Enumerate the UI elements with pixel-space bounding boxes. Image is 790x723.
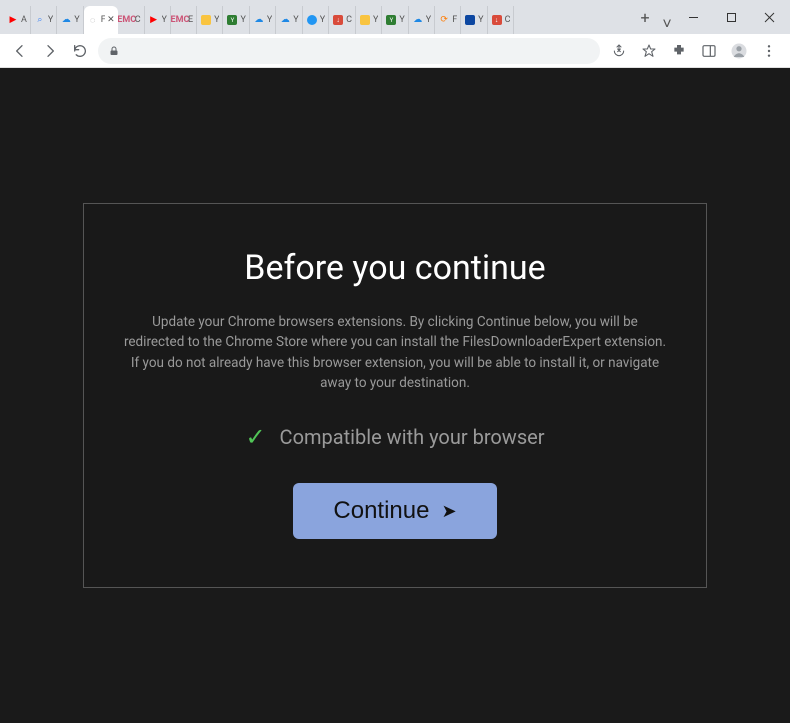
tab-label: Y [267,15,272,25]
tab[interactable]: ☁Y [250,6,276,34]
dialog-body-text: Update your Chrome browsers extensions. … [122,312,668,393]
tab[interactable]: ☁Y [409,6,435,34]
tab[interactable]: Y [461,6,487,34]
minimize-button[interactable] [678,4,708,30]
tab-overflow-chevron[interactable]: ˅ [656,14,678,34]
tab[interactable]: ▶Y [145,6,171,34]
page-content: Before you continue Update your Chrome b… [0,68,790,723]
tab-label: Y [478,15,483,25]
reload-button[interactable] [68,39,92,63]
tab-strip: ▶A⌕Y☁Y◌Fi✕EMCC▶YEMCEYYY☁Y☁YY↓CYYY☁Y⟳FY↓C [0,0,632,34]
extensions-icon[interactable] [666,39,692,63]
new-tab-button[interactable]: + [634,6,656,28]
window-controls [678,0,790,34]
tab-label: E [188,15,193,25]
back-button[interactable] [8,39,32,63]
toolbar-right [606,39,782,63]
tab[interactable]: ☁Y [57,6,83,34]
tab[interactable]: ⟳F [435,6,461,34]
forward-button[interactable] [38,39,62,63]
tab[interactable]: YY [382,6,408,34]
tab-label: Y [320,15,325,25]
bookmark-star-icon[interactable] [636,39,662,63]
tab-label: A [21,15,27,25]
tab[interactable]: ⌕Y [31,6,57,34]
tab-label: Y [74,15,79,25]
toolbar [0,34,790,68]
compatible-row: ✓ Compatible with your browser [122,423,668,451]
tab-label: Fi [101,15,105,25]
profile-avatar-icon[interactable] [726,39,752,63]
checkmark-icon: ✓ [245,423,265,451]
title-bar: ▶A⌕Y☁Y◌Fi✕EMCC▶YEMCEYYY☁Y☁YY↓CYYY☁Y⟳FY↓C… [0,0,790,34]
tab[interactable]: Y [356,6,382,34]
dialog-title: Before you continue [122,248,668,288]
tab[interactable]: EMCC [118,6,145,34]
continue-button[interactable]: Continue ➤ [293,483,496,539]
tab-label: Y [214,15,219,25]
maximize-button[interactable] [716,4,746,30]
tab[interactable]: Y [197,6,223,34]
tab-label: C [346,15,352,25]
compatible-label: Compatible with your browser [280,425,545,449]
tab-label: Y [373,15,378,25]
tab[interactable]: ↓C [329,6,356,34]
close-tab-icon[interactable]: ✕ [107,15,115,25]
tab-label: Y [426,15,431,25]
share-icon[interactable] [606,39,632,63]
tab[interactable]: ▶A [4,6,31,34]
tab-label: Y [48,15,53,25]
tab[interactable]: Y [303,6,329,34]
tab[interactable]: ↓C [488,6,515,34]
tab-label: Y [240,15,245,25]
close-window-button[interactable] [754,4,784,30]
side-panel-icon[interactable] [696,39,722,63]
tab[interactable]: YY [223,6,249,34]
tab-label: C [505,15,511,25]
tab[interactable]: ☁Y [276,6,302,34]
continue-dialog: Before you continue Update your Chrome b… [83,203,707,588]
tab[interactable]: EMCE [171,6,197,34]
tab-label: Y [162,15,167,25]
tab-label: Y [293,15,298,25]
browser-window: ▶A⌕Y☁Y◌Fi✕EMCC▶YEMCEYYY☁Y☁YY↓CYYY☁Y⟳FY↓C… [0,0,790,723]
arrow-right-icon: ➤ [441,501,456,522]
address-bar[interactable] [98,38,600,64]
tab-label: Y [399,15,404,25]
continue-button-label: Continue [333,497,429,525]
lock-icon [108,45,120,57]
tab-label: C [135,15,141,25]
tab[interactable]: ◌Fi✕ [84,6,118,34]
tab-label: F [452,15,457,25]
kebab-menu-icon[interactable] [756,39,782,63]
